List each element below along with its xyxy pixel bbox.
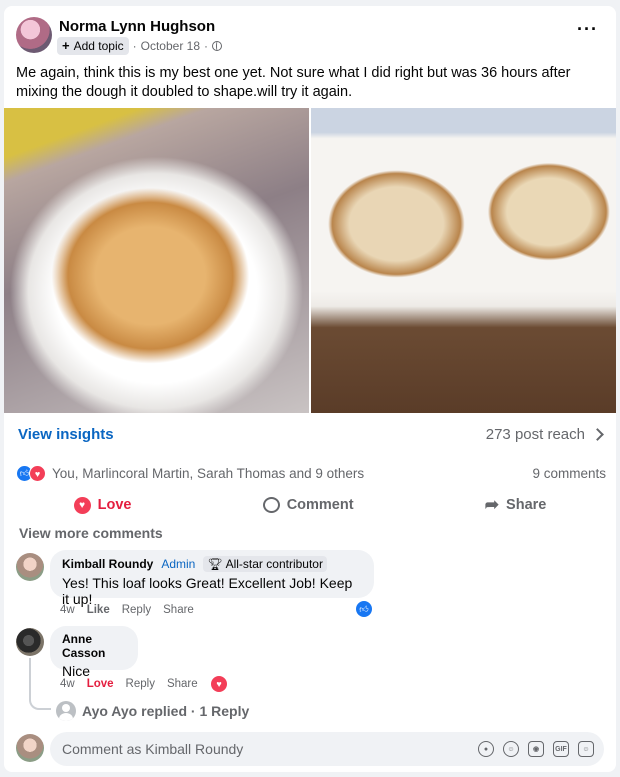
avatar-sticker-icon[interactable]: ● <box>478 741 494 757</box>
author-avatar[interactable] <box>16 17 52 53</box>
gif-icon[interactable]: GIF <box>553 741 569 757</box>
meta-separator: · <box>204 39 209 53</box>
comment-like-button[interactable]: Like <box>87 604 110 616</box>
comment-icon <box>262 497 280 513</box>
reactions-summary[interactable]: 👍︎ ♥ You, Marlincoral Martin, Sarah Thom… <box>16 465 364 482</box>
love-reaction-icon: ♥ <box>73 496 91 514</box>
composer-avatar <box>16 734 44 762</box>
comment-love-button[interactable]: Love <box>87 678 114 690</box>
love-button[interactable]: ♥ Love <box>73 496 132 514</box>
reactions-summary-text: You, Marlincoral Martin, Sarah Thomas an… <box>52 466 365 481</box>
add-topic-label: Add topic <box>73 39 124 53</box>
replier-avatar-icon <box>56 701 76 721</box>
comment-time[interactable]: 4w <box>60 604 75 616</box>
share-button[interactable]: ➦ Share <box>485 495 547 515</box>
author-name[interactable]: Norma Lynn Hughson <box>59 18 215 35</box>
commenter-avatar[interactable] <box>16 553 44 581</box>
post-reach[interactable]: 273 post reach <box>485 426 604 443</box>
contributor-badge-label: All-star contributor <box>225 557 323 571</box>
comment-share-button[interactable]: Share <box>163 604 194 616</box>
plus-icon: + <box>62 38 70 53</box>
post-photo-loaf-cut[interactable] <box>311 108 616 413</box>
post-meta: + Add topic · October 18 · <box>57 37 223 55</box>
post-date[interactable]: October 18 <box>141 39 200 53</box>
post-actions: ♥ Love Comment ➦ Share <box>8 490 612 520</box>
commenter-name[interactable]: Kimball Roundy <box>62 557 153 571</box>
comment-text: Yes! This loaf looks Great! Excellent Jo… <box>62 575 353 607</box>
sticker-icon[interactable]: ☺ <box>578 741 594 757</box>
comment-actions: 4w Like Reply Share <box>60 604 194 616</box>
camera-icon[interactable]: ◉ <box>528 741 544 757</box>
comment-button-label: Comment <box>286 497 354 513</box>
insights-row: View insights 273 post reach <box>18 426 604 443</box>
comment-reply-button[interactable]: Reply <box>122 604 151 616</box>
post-reach-label: 273 post reach <box>485 426 585 443</box>
post-photo-loaf-whole[interactable] <box>4 108 309 413</box>
comment-actions: 4w Love Reply Share <box>60 678 198 690</box>
more-options-icon[interactable]: ··· <box>577 19 598 40</box>
comments-count[interactable]: 9 comments <box>532 466 606 481</box>
reactions-row: 👍︎ ♥ You, Marlincoral Martin, Sarah Thom… <box>16 465 606 482</box>
comment-header: Kimball Roundy Admin 🏆︎ All-star contrib… <box>62 556 362 572</box>
comment-share-button[interactable]: Share <box>167 678 198 690</box>
comment-reply-button[interactable]: Reply <box>126 678 155 690</box>
reaction-icons: 👍︎ ♥ <box>16 465 46 482</box>
share-button-label: Share <box>506 497 547 513</box>
reply-thread-line <box>29 658 51 710</box>
emoji-icon[interactable]: ☺ <box>503 741 519 757</box>
contributor-badge[interactable]: 🏆︎ All-star contributor <box>203 556 327 572</box>
replies-summary: Ayo Ayo replied · 1 Reply <box>82 703 250 719</box>
composer-tools: ● ☺ ◉ GIF ☺ <box>478 741 594 757</box>
view-more-comments-link[interactable]: View more comments <box>19 525 163 541</box>
comment-header: Anne Casson <box>62 632 126 660</box>
comment-input[interactable] <box>62 741 362 757</box>
share-icon: ➦ <box>484 495 500 514</box>
like-reaction-icon[interactable]: 👍︎ <box>356 601 372 617</box>
chevron-right-icon <box>591 428 604 441</box>
globe-icon[interactable] <box>212 41 223 51</box>
admin-label: Admin <box>161 557 196 571</box>
comment-bubble: Anne Casson Nice <box>50 626 138 679</box>
comment-time[interactable]: 4w <box>60 678 75 690</box>
meta-separator: · <box>132 39 137 53</box>
view-insights-link[interactable]: View insights <box>18 426 114 443</box>
love-reaction-icon[interactable]: ♥ <box>211 676 227 692</box>
view-replies-link[interactable]: Ayo Ayo replied · 1 Reply <box>56 701 249 721</box>
trophy-icon: 🏆︎ <box>207 557 223 571</box>
comment-composer: ● ☺ ◉ GIF ☺ <box>50 732 604 766</box>
add-topic-button[interactable]: + Add topic <box>57 37 129 55</box>
comment-bubble: Kimball Roundy Admin 🏆︎ All-star contrib… <box>50 550 374 607</box>
commenter-name[interactable]: Anne Casson <box>62 632 126 660</box>
comment-button[interactable]: Comment <box>262 497 354 513</box>
commenter-avatar[interactable] <box>16 628 44 656</box>
post-card: Norma Lynn Hughson + Add topic · October… <box>4 6 616 772</box>
love-button-label: Love <box>97 497 132 513</box>
post-text: Me again, think this is my best one yet.… <box>16 65 571 100</box>
comment-text: Nice <box>62 663 91 679</box>
love-reaction-icon: ♥ <box>29 465 46 482</box>
